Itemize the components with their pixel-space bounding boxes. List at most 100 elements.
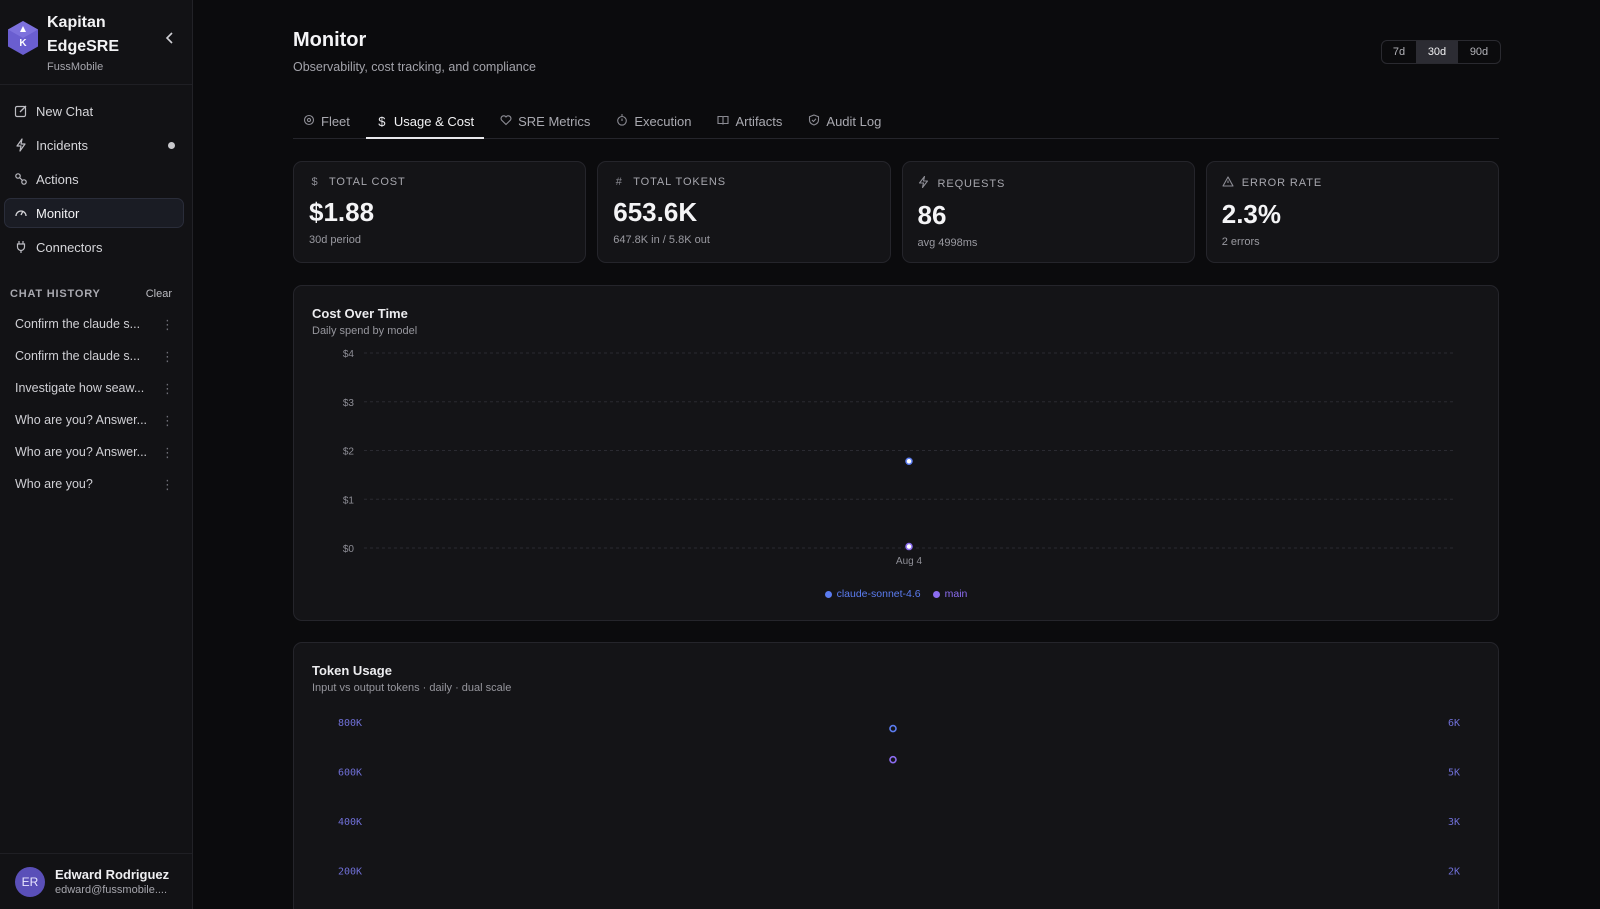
tab-artifacts[interactable]: Artifacts: [707, 105, 792, 138]
more-vertical-icon[interactable]: ⋮: [161, 446, 174, 459]
brand-header: K Kapitan EdgeSRE FussMobile: [0, 0, 192, 85]
gauge-icon: [14, 206, 28, 220]
brand-org: FussMobile: [47, 61, 104, 73]
chart-subtitle: Daily spend by model: [312, 325, 418, 337]
stat-card-error-rate: ERROR RATE 2.3% 2 errors: [1205, 161, 1499, 263]
chat-history-item[interactable]: Investigate how seaw... ⋮: [5, 372, 184, 404]
chat-history-item-label: Confirm the claude s...: [15, 349, 141, 363]
chart-title: Token Usage: [312, 663, 392, 678]
book-icon: [717, 114, 729, 129]
tab-execution[interactable]: Execution: [606, 105, 701, 138]
tab-fleet[interactable]: Fleet: [293, 105, 360, 138]
more-vertical-icon[interactable]: ⋮: [161, 414, 174, 427]
tab-label: SRE Metrics: [518, 114, 591, 129]
data-point: [889, 755, 897, 764]
chat-history-item[interactable]: Who are you? Answer... ⋮: [5, 436, 184, 468]
legend-item[interactable]: claude-sonnet-4.6: [824, 588, 921, 600]
nav-item-actions[interactable]: Actions: [4, 164, 184, 194]
stat-card-value: 2.3%: [1221, 199, 1282, 229]
legend-item[interactable]: main: [932, 588, 967, 600]
tab-label: Execution: [634, 114, 692, 129]
more-vertical-icon[interactable]: ⋮: [161, 478, 174, 491]
stat-card-value: 86: [917, 200, 947, 230]
nav-item-connectors[interactable]: Connectors: [4, 232, 184, 262]
more-vertical-icon[interactable]: ⋮: [161, 382, 174, 395]
stat-card-label: TOTAL TOKENS: [633, 176, 726, 188]
user-email: edward@fussmobile....: [55, 884, 168, 896]
chart-legend: claude-sonnet-4.6 main: [294, 588, 1498, 600]
heart-icon: [500, 114, 512, 129]
chat-history-item-label: Who are you?: [15, 477, 93, 491]
y-right-tick-label: 6K: [1448, 718, 1460, 729]
data-point: [905, 457, 913, 465]
chat-history-item-label: Investigate how seaw...: [15, 381, 145, 395]
cost-over-time-chart: $0 $1 $2 $3 $4 Aug 4: [343, 349, 1454, 567]
y-left-tick-label: 200K: [338, 867, 362, 878]
tab-sre-metrics[interactable]: SRE Metrics: [490, 105, 600, 138]
shield-icon: [808, 114, 820, 129]
chat-history-item-label: Who are you? Answer...: [15, 445, 148, 459]
nav-label: Incidents: [36, 137, 89, 153]
stat-card-total-tokens: # TOTAL TOKENS 653.6K 647.8K in / 5.8K ou…: [597, 161, 891, 263]
tab-usage-cost[interactable]: $ Usage & Cost: [365, 105, 485, 139]
y-right-tick-label: 5K: [1448, 768, 1460, 779]
stat-card-label: ERROR RATE: [1241, 177, 1323, 189]
range-30d-button[interactable]: 30d: [1416, 41, 1458, 63]
dollar-icon: $: [378, 113, 386, 129]
chart-subtitle: Input vs output tokens · daily · dual sc…: [312, 682, 512, 694]
more-vertical-icon[interactable]: ⋮: [161, 318, 174, 331]
y-tick-label: $3: [343, 398, 355, 409]
y-right-tick-label: 2K: [1448, 867, 1460, 878]
nav-item-incidents[interactable]: Incidents: [4, 130, 184, 160]
chevron-left-icon: [165, 32, 173, 44]
y-tick-label: $1: [343, 495, 355, 506]
fleet-icon: [303, 114, 315, 129]
stat-cards: $ TOTAL COST $1.88 30d period # TOTAL TOKE…: [293, 161, 1499, 263]
page-title: Monitor: [293, 29, 367, 51]
chart-title: Cost Over Time: [312, 306, 408, 321]
stat-card-note: avg 4998ms: [917, 237, 978, 249]
chat-history-header: CHAT HISTORY Clear: [0, 286, 192, 302]
avatar: ER: [15, 866, 45, 897]
user-name: Edward Rodriguez: [55, 867, 170, 882]
range-7d-button[interactable]: 7d: [1382, 41, 1416, 63]
nav-item-new-chat[interactable]: New Chat: [4, 96, 184, 126]
time-range-selector: 7d 30d 90d: [1381, 40, 1501, 64]
tab-label: Usage & Cost: [393, 113, 475, 129]
clear-history-button[interactable]: Clear: [146, 288, 172, 300]
monitor-tabs: Fleet $ Usage & Cost SRE Metrics Executi…: [293, 105, 1499, 139]
page-subtitle: Observability, cost tracking, and compli…: [293, 60, 536, 74]
x-tick-label: Aug 4: [896, 556, 923, 567]
brand-name: Kapitan EdgeSRE: [47, 14, 120, 55]
stat-card-note: 30d period: [309, 234, 361, 246]
chat-history-item[interactable]: Confirm the claude s... ⋮: [5, 308, 184, 340]
tab-label: Fleet: [321, 114, 350, 129]
collapse-sidebar-button[interactable]: [162, 31, 178, 47]
stat-card-note: 2 errors: [1221, 236, 1260, 248]
y-right-tick-label: 3K: [1448, 817, 1460, 828]
tab-audit-log[interactable]: Audit Log: [798, 105, 891, 138]
main-nav: New Chat Incidents Actions Monitor Conne…: [0, 85, 192, 266]
stat-card-label: REQUESTS: [937, 177, 1006, 190]
main-content: Monitor Observability, cost tracking, an…: [193, 0, 1600, 909]
chat-history-item[interactable]: Who are you? Answer... ⋮: [5, 404, 184, 436]
y-tick-label: $0: [343, 544, 355, 555]
chat-history-item[interactable]: Who are you? ⋮: [5, 468, 184, 500]
tab-label: Artifacts: [735, 114, 783, 129]
chat-history-item-label: Confirm the claude s...: [15, 317, 141, 331]
chat-history-title: CHAT HISTORY: [10, 288, 101, 300]
chat-history-item[interactable]: Confirm the claude s... ⋮: [5, 340, 184, 372]
legend-label: claude-sonnet-4.6: [836, 588, 921, 600]
nav-item-monitor[interactable]: Monitor: [4, 198, 184, 228]
y-left-tick-label: 600K: [338, 768, 362, 779]
more-vertical-icon[interactable]: ⋮: [161, 350, 174, 363]
dollar-icon: $: [311, 176, 319, 188]
user-profile[interactable]: ER Edward Rodriguez edward@fussmobile...…: [0, 853, 192, 909]
bolt-icon: [918, 175, 930, 191]
range-90d-button[interactable]: 90d: [1458, 41, 1500, 63]
y-left-tick-label: 400K: [338, 817, 362, 828]
data-point: [889, 724, 897, 733]
warning-icon: [1222, 176, 1234, 190]
legend-swatch: [824, 590, 832, 598]
stat-card-requests: REQUESTS 86 avg 4998ms: [901, 161, 1195, 263]
